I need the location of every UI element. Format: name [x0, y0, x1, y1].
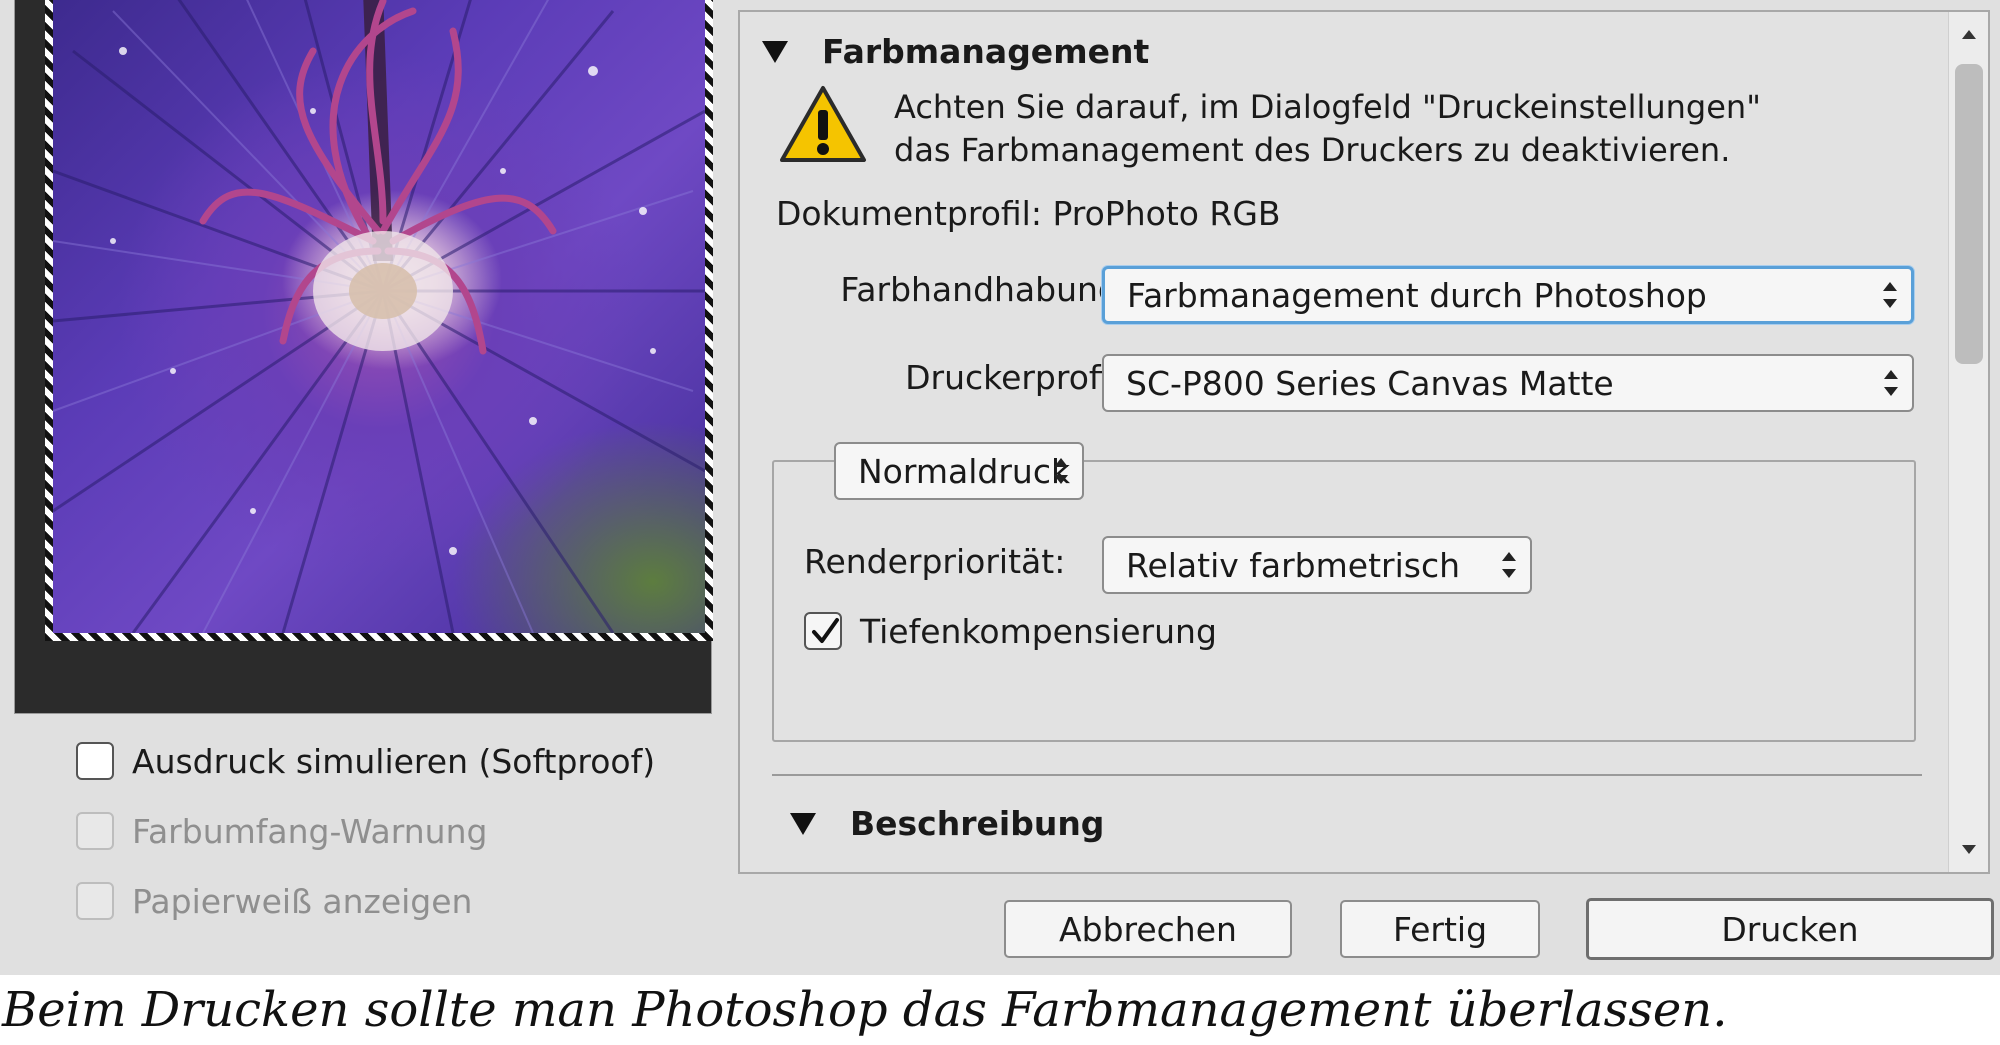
paper-white-option[interactable]: Papierweiß anzeigen	[76, 880, 472, 922]
printer-profile-select[interactable]: SC-P800 Series Canvas Matte	[1102, 354, 1914, 412]
scroll-up-icon[interactable]	[1962, 30, 1976, 39]
select-arrows-icon	[1883, 282, 1897, 308]
settings-panel: Farbmanagement Achten Sie darauf, im Dia…	[738, 10, 1990, 874]
paper-white-label: Papierweiß anzeigen	[132, 881, 473, 921]
rendering-intent-select[interactable]: Relativ farbmetrisch	[1102, 536, 1532, 594]
softproof-checkbox[interactable]	[76, 742, 114, 780]
warning-message: Achten Sie darauf, im Dialogfeld "Drucke…	[894, 86, 1761, 172]
black-point-option[interactable]: Tiefenkompensierung	[804, 610, 1217, 652]
paper-white-checkbox[interactable]	[76, 882, 114, 920]
color-handling-select[interactable]: Farbmanagement durch Photoshop	[1102, 266, 1914, 324]
section-divider	[772, 774, 1922, 776]
softproof-label: Ausdruck simulieren (Softproof)	[132, 741, 656, 781]
scrollbar-thumb[interactable]	[1955, 64, 1983, 364]
print-preview	[14, 0, 713, 714]
warning-line-1: Achten Sie darauf, im Dialogfeld "Drucke…	[894, 88, 1761, 126]
color-handling-label: Farbhandhabung:	[840, 270, 1130, 309]
gamut-warning-label: Farbumfang-Warnung	[132, 811, 488, 851]
select-arrows-icon	[1054, 458, 1068, 484]
preview-image	[53, 0, 705, 633]
collapse-triangle-icon[interactable]	[790, 812, 816, 835]
gamut-warning-checkbox[interactable]	[76, 812, 114, 850]
color-handling-value: Farbmanagement durch Photoshop	[1127, 275, 1707, 315]
printer-profile-label: Druckerprofil:	[905, 358, 1130, 397]
print-dialog: Ausdruck simulieren (Softproof) Farbumfa…	[0, 0, 2000, 975]
rendering-intent-label: Renderpriorität:	[804, 542, 1066, 581]
description-header[interactable]: Beschreibung	[790, 804, 1104, 843]
softproof-option[interactable]: Ausdruck simulieren (Softproof)	[76, 740, 655, 782]
checkmark-icon	[812, 618, 839, 643]
cancel-button[interactable]: Abbrechen	[1004, 900, 1292, 958]
print-mode-group	[772, 460, 1916, 742]
select-arrows-icon	[1884, 370, 1898, 396]
gamut-warning-option[interactable]: Farbumfang-Warnung	[76, 810, 487, 852]
figure-caption: Beim Drucken sollte man Photoshop das Fa…	[2, 982, 1728, 1038]
print-mode-select[interactable]: Normaldruck	[834, 442, 1084, 500]
warning-line-2: das Farbmanagement des Druckers zu deakt…	[894, 131, 1731, 169]
print-button[interactable]: Drucken	[1586, 898, 1994, 960]
color-management-title: Farbmanagement	[822, 32, 1150, 71]
panel-scrollbar[interactable]	[1948, 12, 1988, 872]
warning-icon	[778, 84, 868, 166]
print-mode-value: Normaldruck	[858, 451, 1071, 491]
select-arrows-icon	[1502, 552, 1516, 578]
black-point-label: Tiefenkompensierung	[860, 611, 1217, 651]
color-management-header[interactable]: Farbmanagement	[762, 32, 1149, 71]
scroll-down-icon[interactable]	[1962, 845, 1976, 854]
document-profile: Dokumentprofil: ProPhoto RGB	[776, 194, 1281, 233]
black-point-checkbox[interactable]	[804, 612, 842, 650]
description-title: Beschreibung	[850, 804, 1105, 843]
rendering-intent-value: Relativ farbmetrisch	[1126, 545, 1460, 585]
collapse-triangle-icon[interactable]	[762, 40, 788, 63]
printer-profile-value: SC-P800 Series Canvas Matte	[1126, 363, 1614, 403]
done-button[interactable]: Fertig	[1340, 900, 1540, 958]
